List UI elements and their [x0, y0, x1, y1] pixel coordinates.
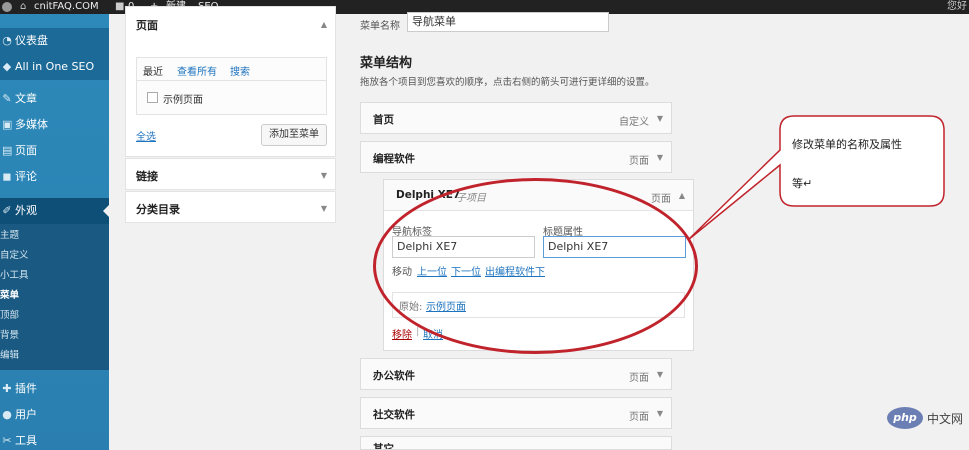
tools-icon: ✂: [2, 434, 12, 447]
sidebar-item-all-in-one-seo[interactable]: ◆ All in One SEO: [0, 54, 109, 80]
sidebar-item-label: 仪表盘: [15, 34, 48, 47]
sidebar-item-label: 文章: [15, 92, 37, 105]
menu-item-title: 编程软件: [373, 153, 415, 165]
pages-tab-panel: 最近 查看所有 搜索 示例页面: [136, 57, 327, 115]
chevron-down-icon[interactable]: ▼: [657, 114, 663, 123]
submenu-item-widgets[interactable]: 小工具: [0, 266, 29, 286]
submenu-item-menus[interactable]: 菜单: [0, 286, 19, 306]
sidebar-item-media[interactable]: ▣ 多媒体: [0, 112, 109, 138]
tab-view-all[interactable]: 查看所有: [177, 63, 217, 78]
watermark-text: 中文网: [927, 412, 964, 426]
sidebar-item-plugins[interactable]: ✚ 插件: [0, 376, 109, 402]
sidebar-item-dashboard[interactable]: ◔ 仪表盘: [0, 28, 109, 54]
submenu-item-header[interactable]: 顶部: [0, 306, 19, 326]
menu-item-title: 办公软件: [373, 370, 415, 382]
collapse-up-icon[interactable]: ▲: [321, 20, 327, 29]
sidebar-item-label: 外观: [15, 204, 37, 217]
callout-bubble: [687, 115, 945, 241]
menu-item-type: 页面: [651, 194, 671, 205]
account-howdy[interactable]: 您好: [947, 0, 967, 14]
menu-structure-hint: 拖放各个项目到您喜欢的顺序，点击右侧的箭头可进行更详细的设置。: [360, 77, 655, 88]
menu-name-input[interactable]: 导航菜单: [407, 12, 609, 32]
page-icon: ▤: [2, 144, 13, 157]
menu-item-office[interactable]: 办公软件 页面 ▼: [360, 358, 672, 390]
sidebar-item-posts[interactable]: ✎ 文章: [0, 86, 109, 112]
menu-item-title: 首页: [373, 114, 394, 126]
links-metabox-title: 链接: [136, 170, 158, 183]
admin-sidebar: ◔ 仪表盘 ◆ All in One SEO ✎ 文章 ▣ 多媒体 ▤ 页面 ◼…: [0, 14, 109, 450]
pin-icon: ✎: [2, 92, 12, 105]
menu-name-label: 菜单名称: [360, 21, 400, 32]
sidebar-item-label: 插件: [15, 382, 37, 395]
menu-item-other[interactable]: 其它: [360, 436, 672, 450]
menu-structure-title: 菜单结构: [360, 56, 413, 71]
wordpress-logo-icon[interactable]: [2, 2, 12, 12]
plugin-icon: ✚: [2, 382, 12, 395]
comment-icon: ◼: [2, 170, 12, 183]
annotation-ellipse: [373, 178, 698, 354]
menu-item-title: 其它: [373, 443, 394, 450]
tab-divider: [137, 80, 326, 81]
site-name-link[interactable]: cnitFAQ.COM: [34, 0, 99, 14]
sidebar-item-comments[interactable]: ◼ 评论: [0, 164, 109, 190]
chevron-down-icon[interactable]: ▼: [657, 409, 663, 418]
submenu-item-background[interactable]: 背景: [0, 326, 19, 346]
menu-item-programming[interactable]: 编程软件 页面 ▼: [360, 141, 672, 173]
links-metabox[interactable]: 链接 ▼: [125, 158, 336, 190]
sidebar-item-label: 评论: [15, 170, 37, 183]
home-icon[interactable]: ⌂: [20, 0, 26, 14]
sidebar-item-label: 工具: [15, 434, 37, 447]
pages-metabox: 页面 ▲ 最近 查看所有 搜索 示例页面 全选 添加至菜单: [125, 6, 336, 157]
appearance-icon: ✐: [2, 204, 12, 217]
select-all-link[interactable]: 全选: [136, 128, 156, 143]
collapse-up-icon[interactable]: ▲: [679, 191, 685, 200]
menu-item-type: 页面: [629, 156, 649, 167]
sidebar-item-tools[interactable]: ✂ 工具: [0, 428, 109, 450]
sidebar-item-label: 多媒体: [15, 118, 48, 131]
pages-metabox-title[interactable]: 页面: [136, 17, 158, 33]
sidebar-item-label: All in One SEO: [15, 60, 95, 73]
comment-icon[interactable]: ■: [115, 0, 124, 14]
shield-icon: ◆: [2, 60, 12, 73]
submenu-item-themes[interactable]: 主题: [0, 226, 19, 246]
chevron-down-icon[interactable]: ▼: [321, 171, 327, 180]
categories-metabox-title: 分类目录: [136, 203, 180, 216]
add-to-menu-button[interactable]: 添加至菜单: [261, 124, 327, 146]
menu-item-home[interactable]: 首页 自定义 ▼: [360, 102, 672, 134]
appearance-submenu: 主题 自定义 小工具 菜单 顶部 背景 编辑: [0, 224, 109, 370]
menu-item-type: 页面: [629, 373, 649, 384]
annotation-text-line1: 修改菜单的名称及属性: [792, 138, 902, 151]
submenu-item-editor[interactable]: 编辑: [0, 346, 19, 366]
sidebar-item-label: 页面: [15, 144, 37, 157]
media-icon: ▣: [2, 118, 13, 131]
menu-item-type: 自定义: [619, 117, 649, 128]
sidebar-item-appearance[interactable]: ✐ 外观: [0, 198, 109, 224]
tab-search[interactable]: 搜索: [230, 63, 250, 78]
chevron-down-icon[interactable]: ▼: [657, 153, 663, 162]
menu-item-type: 页面: [629, 412, 649, 423]
tab-recent[interactable]: 最近: [143, 63, 163, 78]
annotation-text-line2: 等↵: [792, 177, 813, 190]
chevron-down-icon[interactable]: ▼: [657, 370, 663, 379]
remove-link[interactable]: 移除: [392, 326, 412, 341]
categories-metabox[interactable]: 分类目录 ▼: [125, 191, 336, 223]
menu-item-social[interactable]: 社交软件 页面 ▼: [360, 397, 672, 429]
menu-item-title: 社交软件: [373, 409, 415, 421]
chevron-down-icon[interactable]: ▼: [321, 204, 327, 213]
user-icon: ●: [2, 408, 12, 421]
sample-page-checkbox[interactable]: [147, 92, 158, 103]
sidebar-item-label: 用户: [15, 408, 37, 421]
sample-page-label: 示例页面: [163, 95, 203, 106]
php-logo: php: [887, 407, 923, 429]
sidebar-item-users[interactable]: ● 用户: [0, 402, 109, 428]
dashboard-icon: ◔: [2, 34, 12, 47]
submenu-item-customize[interactable]: 自定义: [0, 246, 29, 266]
sidebar-item-pages[interactable]: ▤ 页面: [0, 138, 109, 164]
